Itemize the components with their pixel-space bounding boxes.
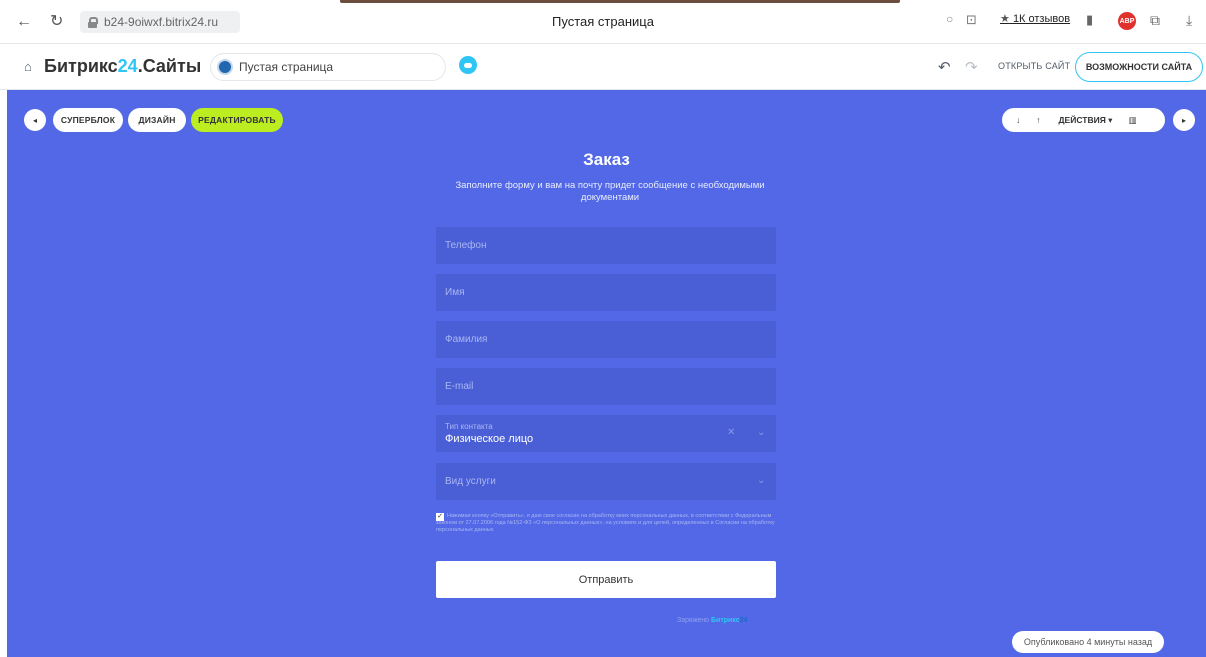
- powered-brand: Битрикс: [711, 617, 740, 624]
- brand-prefix: Битрикс: [44, 56, 118, 76]
- brand-suffix: .Сайты: [137, 56, 202, 76]
- cloud-icon[interactable]: [459, 56, 477, 74]
- browser-bar: ← ↻ b24-9oiwxf.bitrix24.ru Пустая страни…: [0, 0, 1206, 44]
- page-select[interactable]: Пустая страница: [210, 53, 446, 81]
- service-placeholder: Вид услуги: [445, 476, 496, 487]
- powered-by[interactable]: Заряжено Битрикс24: [677, 617, 747, 624]
- clear-icon[interactable]: ✕: [727, 427, 735, 438]
- brand-logo[interactable]: Битрикс24.Сайты: [44, 56, 201, 77]
- form-subtitle: Заполните форму и вам на почту придет со…: [455, 180, 765, 203]
- redo-icon[interactable]: ↷: [965, 58, 978, 76]
- lock-icon: [88, 16, 98, 28]
- features-button[interactable]: ВОЗМОЖНОСТИ САЙТА: [1075, 52, 1203, 82]
- collapse-left-button[interactable]: ◂: [24, 109, 46, 131]
- open-site-link[interactable]: ОТКРЫТЬ САЙТ: [998, 61, 1070, 71]
- form-title: Заказ: [583, 150, 630, 169]
- edit-button[interactable]: РЕДАКТИРОВАТЬ: [191, 108, 283, 132]
- page-select-text: Пустая страница: [239, 60, 334, 74]
- extension-icon[interactable]: ⊡: [966, 12, 977, 28]
- service-select[interactable]: Вид услуги ⌄: [436, 463, 776, 500]
- contact-type-select[interactable]: Тип контакта Физическое лицо ✕ ⌄: [436, 415, 776, 452]
- powered-prefix: Заряжено: [677, 617, 710, 624]
- globe-icon: [217, 59, 233, 75]
- powered-num: 24: [739, 617, 748, 624]
- download-icon[interactable]: ⤓: [1186, 12, 1192, 29]
- chevron-down-icon: ⌄: [757, 475, 766, 486]
- url-text: b24-9oiwxf.bitrix24.ru: [104, 15, 219, 29]
- phone-field[interactable]: Телефон: [436, 227, 776, 264]
- contact-type-value: Физическое лицо: [445, 433, 534, 445]
- bookmark-icon[interactable]: ▮: [1086, 12, 1093, 28]
- reviews-text: 1К отзывов: [1012, 13, 1071, 25]
- published-status: Опубликовано 4 минуты назад: [1012, 631, 1164, 653]
- address-bar[interactable]: b24-9oiwxf.bitrix24.ru: [80, 11, 240, 33]
- trash-icon[interactable]: ▥: [1128, 115, 1136, 126]
- extension2-icon[interactable]: ⧉: [1150, 12, 1160, 29]
- undo-icon[interactable]: ↶: [938, 58, 951, 76]
- home-icon[interactable]: ⌂: [24, 59, 32, 74]
- editor-canvas: ◂ СУПЕРБЛОК ДИЗАЙН РЕДАКТИРОВАТЬ ↓ ↑ ДЕЙ…: [7, 90, 1206, 657]
- surname-field[interactable]: Фамилия: [436, 321, 776, 358]
- email-field[interactable]: E-mail: [436, 368, 776, 405]
- consent-text: Нажимая кнопку «Отправить», я даю свое с…: [436, 513, 775, 533]
- adblock-icon[interactable]: ABP: [1118, 12, 1136, 30]
- design-button[interactable]: ДИЗАЙН: [128, 108, 186, 132]
- actions-menu[interactable]: ДЕЙСТВИЯ ▾: [1059, 115, 1113, 126]
- back-arrow-icon[interactable]: ←: [16, 13, 32, 31]
- contact-type-label: Тип контакта: [445, 422, 493, 431]
- move-up-icon[interactable]: ↑: [1036, 115, 1040, 125]
- chat-icon[interactable]: ○: [946, 12, 953, 26]
- name-field[interactable]: Имя: [436, 274, 776, 311]
- tab-accent-line: [340, 0, 900, 3]
- reload-icon[interactable]: ↻: [50, 13, 63, 31]
- collapse-right-button[interactable]: ▸: [1173, 109, 1195, 131]
- superblock-button[interactable]: СУПЕРБЛОК: [53, 108, 123, 132]
- app-header: ⌂ Битрикс24.Сайты Пустая страница ↶ ↷ ОТ…: [0, 44, 1206, 90]
- move-down-icon[interactable]: ↓: [1016, 115, 1020, 125]
- reviews-link[interactable]: ★ 1К отзывов: [1000, 12, 1070, 25]
- chevron-down-icon[interactable]: ⌄: [757, 427, 765, 438]
- submit-button[interactable]: Отправить: [436, 561, 776, 598]
- star-icon: ★: [1000, 13, 1010, 25]
- brand-num: 24: [117, 56, 138, 76]
- actions-label: ДЕЙСТВИЯ: [1058, 114, 1106, 125]
- actions-bar: ↓ ↑ ДЕЙСТВИЯ ▾ ▥: [1002, 108, 1165, 132]
